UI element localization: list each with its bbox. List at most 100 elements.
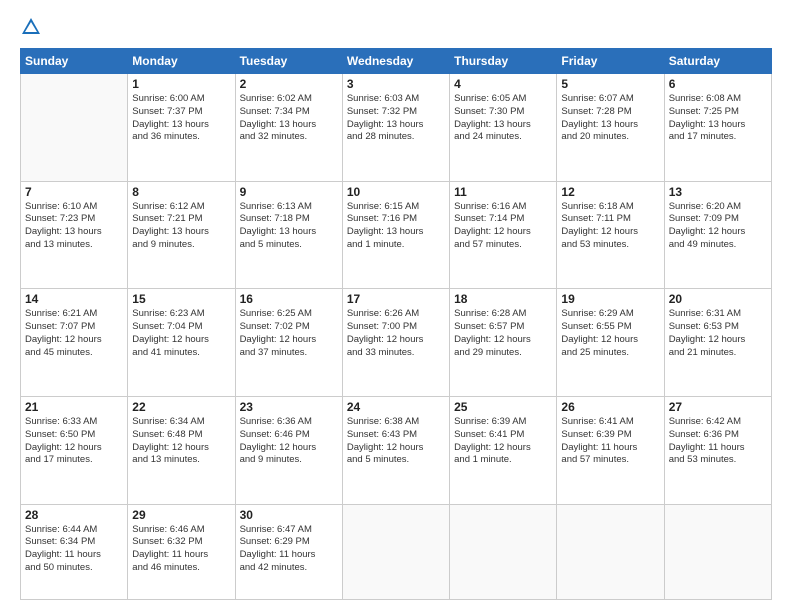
calendar-page: Sunday Monday Tuesday Wednesday Thursday… [0, 0, 792, 612]
day-info: Sunrise: 6:05 AM Sunset: 7:30 PM Dayligh… [454, 93, 552, 144]
header [20, 16, 772, 38]
day-number: 29 [132, 508, 230, 522]
day-number: 8 [132, 185, 230, 199]
day-info: Sunrise: 6:21 AM Sunset: 7:07 PM Dayligh… [25, 308, 123, 359]
day-number: 15 [132, 292, 230, 306]
day-number: 21 [25, 400, 123, 414]
table-cell [21, 74, 128, 182]
day-info: Sunrise: 6:39 AM Sunset: 6:41 PM Dayligh… [454, 416, 552, 467]
day-number: 11 [454, 185, 552, 199]
day-number: 20 [669, 292, 767, 306]
day-number: 14 [25, 292, 123, 306]
day-number: 30 [240, 508, 338, 522]
table-cell: 6Sunrise: 6:08 AM Sunset: 7:25 PM Daylig… [664, 74, 771, 182]
table-cell: 10 Sunrise: 6:15 AM Sunset: 7:16 PM Dayli… [342, 181, 449, 289]
day-info: Sunrise: 6:25 AM Sunset: 7:02 PM Dayligh… [240, 308, 338, 359]
day-info: Sunrise: 6:12 AM Sunset: 7:21 PM Dayligh… [132, 201, 230, 252]
day-number: 24 [347, 400, 445, 414]
table-cell: 29 Sunrise: 6:46 AM Sunset: 6:32 PM Dayli… [128, 504, 235, 599]
table-cell: 23 Sunrise: 6:36 AM Sunset: 6:46 PM Dayli… [235, 396, 342, 504]
day-number: 26 [561, 400, 659, 414]
table-cell [450, 504, 557, 599]
col-sunday: Sunday [21, 49, 128, 74]
day-number: 19 [561, 292, 659, 306]
day-info: Sunrise: 6:26 AM Sunset: 7:00 PM Dayligh… [347, 308, 445, 359]
day-info: Sunrise: 6:00 AM Sunset: 7:37 PM Dayligh… [132, 93, 230, 144]
table-cell: 16 Sunrise: 6:25 AM Sunset: 7:02 PM Dayli… [235, 289, 342, 397]
table-cell: 26 Sunrise: 6:41 AM Sunset: 6:39 PM Dayli… [557, 396, 664, 504]
day-info: Sunrise: 6:41 AM Sunset: 6:39 PM Dayligh… [561, 416, 659, 467]
col-monday: Monday [128, 49, 235, 74]
table-cell [664, 504, 771, 599]
day-number: 23 [240, 400, 338, 414]
day-info: Sunrise: 6:02 AM Sunset: 7:34 PM Dayligh… [240, 93, 338, 144]
table-cell: 15 Sunrise: 6:23 AM Sunset: 7:04 PM Dayli… [128, 289, 235, 397]
table-cell: 22 Sunrise: 6:34 AM Sunset: 6:48 PM Dayli… [128, 396, 235, 504]
table-cell: 3 Sunrise: 6:03 AM Sunset: 7:32 PM Daylig… [342, 74, 449, 182]
table-cell: 9 Sunrise: 6:13 AM Sunset: 7:18 PM Daylig… [235, 181, 342, 289]
day-number: 10 [347, 185, 445, 199]
logo-icon [20, 16, 42, 38]
day-number: 5 [561, 77, 659, 91]
day-info: Sunrise: 6:46 AM Sunset: 6:32 PM Dayligh… [132, 524, 230, 575]
table-cell: 7Sunrise: 6:10 AM Sunset: 7:23 PM Daylig… [21, 181, 128, 289]
day-info: Sunrise: 6:38 AM Sunset: 6:43 PM Dayligh… [347, 416, 445, 467]
day-number: 25 [454, 400, 552, 414]
table-cell [342, 504, 449, 599]
day-info: Sunrise: 6:13 AM Sunset: 7:18 PM Dayligh… [240, 201, 338, 252]
day-info: Sunrise: 6:36 AM Sunset: 6:46 PM Dayligh… [240, 416, 338, 467]
table-cell: 20 Sunrise: 6:31 AM Sunset: 6:53 PM Dayli… [664, 289, 771, 397]
day-number: 27 [669, 400, 767, 414]
day-info: Sunrise: 6:47 AM Sunset: 6:29 PM Dayligh… [240, 524, 338, 575]
col-wednesday: Wednesday [342, 49, 449, 74]
table-cell: 28 Sunrise: 6:44 AM Sunset: 6:34 PM Dayli… [21, 504, 128, 599]
table-cell: 27Sunrise: 6:42 AM Sunset: 6:36 PM Dayli… [664, 396, 771, 504]
table-cell: 30 Sunrise: 6:47 AM Sunset: 6:29 PM Dayli… [235, 504, 342, 599]
day-info: Sunrise: 6:34 AM Sunset: 6:48 PM Dayligh… [132, 416, 230, 467]
table-cell: 4 Sunrise: 6:05 AM Sunset: 7:30 PM Daylig… [450, 74, 557, 182]
table-cell [557, 504, 664, 599]
table-cell: 17 Sunrise: 6:26 AM Sunset: 7:00 PM Dayli… [342, 289, 449, 397]
col-friday: Friday [557, 49, 664, 74]
table-cell: 24 Sunrise: 6:38 AM Sunset: 6:43 PM Dayli… [342, 396, 449, 504]
table-cell: 25 Sunrise: 6:39 AM Sunset: 6:41 PM Dayli… [450, 396, 557, 504]
day-number: 3 [347, 77, 445, 91]
day-info: Sunrise: 6:20 AM Sunset: 7:09 PM Dayligh… [669, 201, 767, 252]
day-number: 28 [25, 508, 123, 522]
day-info: Sunrise: 6:18 AM Sunset: 7:11 PM Dayligh… [561, 201, 659, 252]
table-cell: 19 Sunrise: 6:29 AM Sunset: 6:55 PM Dayli… [557, 289, 664, 397]
day-number: 4 [454, 77, 552, 91]
calendar-header-row: Sunday Monday Tuesday Wednesday Thursday… [21, 49, 772, 74]
day-info: Sunrise: 6:07 AM Sunset: 7:28 PM Dayligh… [561, 93, 659, 144]
day-number: 6 [669, 77, 767, 91]
table-cell: 8 Sunrise: 6:12 AM Sunset: 7:21 PM Daylig… [128, 181, 235, 289]
day-info: Sunrise: 6:03 AM Sunset: 7:32 PM Dayligh… [347, 93, 445, 144]
day-number: 22 [132, 400, 230, 414]
day-info: Sunrise: 6:44 AM Sunset: 6:34 PM Dayligh… [25, 524, 123, 575]
day-info: Sunrise: 6:33 AM Sunset: 6:50 PM Dayligh… [25, 416, 123, 467]
table-cell: 11 Sunrise: 6:16 AM Sunset: 7:14 PM Dayli… [450, 181, 557, 289]
table-cell: 1 Sunrise: 6:00 AM Sunset: 7:37 PM Daylig… [128, 74, 235, 182]
table-cell: 2Sunrise: 6:02 AM Sunset: 7:34 PM Daylig… [235, 74, 342, 182]
table-cell: 14 Sunrise: 6:21 AM Sunset: 7:07 PM Dayli… [21, 289, 128, 397]
table-cell: 5 Sunrise: 6:07 AM Sunset: 7:28 PM Daylig… [557, 74, 664, 182]
day-info: Sunrise: 6:15 AM Sunset: 7:16 PM Dayligh… [347, 201, 445, 252]
day-number: 17 [347, 292, 445, 306]
day-number: 9 [240, 185, 338, 199]
table-cell: 21 Sunrise: 6:33 AM Sunset: 6:50 PM Dayli… [21, 396, 128, 504]
day-info: Sunrise: 6:16 AM Sunset: 7:14 PM Dayligh… [454, 201, 552, 252]
day-info: Sunrise: 6:29 AM Sunset: 6:55 PM Dayligh… [561, 308, 659, 359]
day-info: Sunrise: 6:31 AM Sunset: 6:53 PM Dayligh… [669, 308, 767, 359]
day-number: 13 [669, 185, 767, 199]
logo [20, 16, 46, 38]
day-number: 16 [240, 292, 338, 306]
col-saturday: Saturday [664, 49, 771, 74]
day-info: Sunrise: 6:23 AM Sunset: 7:04 PM Dayligh… [132, 308, 230, 359]
day-number: 18 [454, 292, 552, 306]
col-thursday: Thursday [450, 49, 557, 74]
calendar-table: Sunday Monday Tuesday Wednesday Thursday… [20, 48, 772, 600]
table-cell: 12Sunrise: 6:18 AM Sunset: 7:11 PM Dayli… [557, 181, 664, 289]
day-number: 7 [25, 185, 123, 199]
col-tuesday: Tuesday [235, 49, 342, 74]
day-number: 1 [132, 77, 230, 91]
